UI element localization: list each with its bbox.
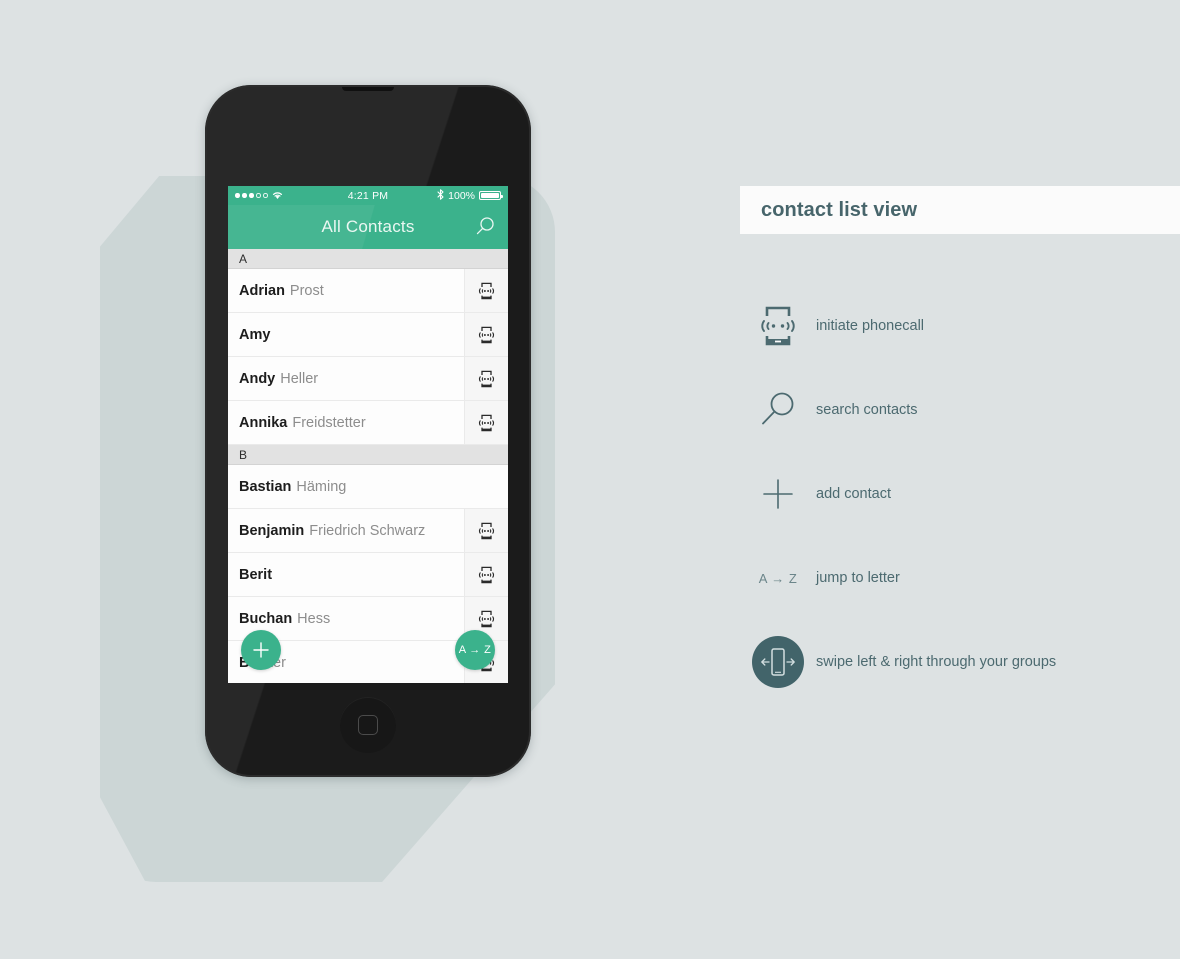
- phone-screen: 4:21 PM 100% All Contacts A Adrian Prost…: [228, 186, 508, 683]
- legend-title-bar: contact list view: [740, 186, 1180, 234]
- contact-first-name: Andy: [239, 370, 276, 387]
- section-header: A: [228, 249, 508, 269]
- add-contact-button[interactable]: [241, 630, 281, 670]
- page-title: All Contacts: [321, 217, 415, 236]
- legend-item-initiate-phonecall: initiate phonecall: [740, 284, 1180, 368]
- phone-top-slot: [342, 85, 394, 91]
- jump-to-letter-label: A → Z: [458, 644, 492, 656]
- a-to-z-label: A → Z: [758, 570, 798, 586]
- contact-first-name: Bastian: [239, 478, 292, 495]
- legend-item-search-contacts: search contacts: [740, 368, 1180, 452]
- contact-last-name: Heller: [280, 370, 319, 387]
- call-contact-button[interactable]: [464, 401, 508, 444]
- jump-to-letter-button[interactable]: A → Z: [455, 630, 495, 670]
- legend-item-label: swipe left & right through your groups: [816, 654, 1057, 670]
- status-bar: 4:21 PM 100%: [228, 186, 508, 205]
- call-slot-empty: [464, 465, 508, 508]
- call-contact-button[interactable]: [464, 553, 508, 596]
- swipe-phone-icon: [740, 636, 816, 688]
- call-contact-button[interactable]: [464, 313, 508, 356]
- legend-items: initiate phonecall search contacts add c…: [740, 234, 1180, 704]
- legend-item-label: initiate phonecall: [816, 318, 925, 334]
- contact-name: Berit: [228, 553, 464, 596]
- search-icon: [740, 389, 816, 431]
- contact-first-name: Adrian: [239, 282, 285, 299]
- legend-item-label: add contact: [816, 486, 891, 502]
- legend-item-label: jump to letter: [816, 570, 900, 586]
- legend-panel: contact list view initiate phonecall sea…: [740, 186, 1180, 704]
- contact-row[interactable]: Andy Heller: [228, 357, 508, 401]
- contact-name: Benjamin Friedrich Schwarz: [228, 509, 464, 552]
- call-contact-button[interactable]: [464, 509, 508, 552]
- contact-last-name: Häming: [296, 478, 347, 495]
- contact-first-name: Amy: [239, 326, 271, 343]
- swipe-phone-icon-circle: [752, 636, 804, 688]
- contact-name: Amy: [228, 313, 464, 356]
- legend-item-add-contact: add contact: [740, 452, 1180, 536]
- legend-item-jump-to-letter: A → Z jump to letter: [740, 536, 1180, 620]
- contact-row[interactable]: Berit: [228, 553, 508, 597]
- power-button[interactable]: [529, 203, 531, 249]
- contact-row[interactable]: Bastian Häming: [228, 465, 508, 509]
- phone-device: 4:21 PM 100% All Contacts A Adrian Prost…: [205, 85, 531, 777]
- legend-item-label: search contacts: [816, 402, 918, 418]
- mute-switch-button[interactable]: [205, 181, 207, 207]
- contact-first-name: Buchan: [239, 610, 293, 627]
- status-bar-time: 4:21 PM: [347, 189, 389, 202]
- a-to-z-text-icon: A → Z: [740, 571, 816, 586]
- legend-item-swipe-groups: swipe left & right through your groups: [740, 620, 1180, 704]
- phone-call-icon: [740, 303, 816, 349]
- contact-row[interactable]: Adrian Prost: [228, 269, 508, 313]
- plus-icon: [253, 642, 269, 658]
- home-button-square-icon: [358, 715, 378, 735]
- volume-up-button[interactable]: [205, 233, 207, 271]
- home-button[interactable]: [340, 697, 396, 753]
- call-contact-button[interactable]: [464, 269, 508, 312]
- contact-name: Andy Heller: [228, 357, 464, 400]
- search-icon[interactable]: [472, 214, 498, 240]
- volume-down-button[interactable]: [205, 283, 207, 321]
- contact-first-name: Annika: [239, 414, 288, 431]
- contact-name: Adrian Prost: [228, 269, 464, 312]
- legend-title: contact list view: [761, 198, 918, 221]
- contact-name: Bastian Häming: [228, 465, 464, 508]
- contact-row[interactable]: Benjamin Friedrich Schwarz: [228, 509, 508, 553]
- section-header: B: [228, 445, 508, 465]
- battery-full-icon: [479, 190, 503, 201]
- contact-row[interactable]: Annika Freidstetter: [228, 401, 508, 445]
- screenshot-canvas: 4:21 PM 100% All Contacts A Adrian Prost…: [0, 0, 1180, 959]
- contact-last-name: Hess: [297, 610, 331, 627]
- call-contact-button[interactable]: [464, 357, 508, 400]
- contact-last-name: Friedrich Schwarz: [309, 522, 426, 539]
- contact-last-name: Freidstetter: [292, 414, 366, 431]
- contact-list[interactable]: A Adrian Prost Amy Andy Heller Annika Freids…: [228, 249, 508, 683]
- contact-first-name: Benjamin: [239, 522, 305, 539]
- nav-bar: All Contacts: [228, 205, 508, 249]
- contact-first-name: Berit: [239, 566, 273, 583]
- contact-last-name: Prost: [289, 282, 324, 299]
- contact-row[interactable]: Amy: [228, 313, 508, 357]
- contact-name: Annika Freidstetter: [228, 401, 464, 444]
- plus-icon: [740, 477, 816, 511]
